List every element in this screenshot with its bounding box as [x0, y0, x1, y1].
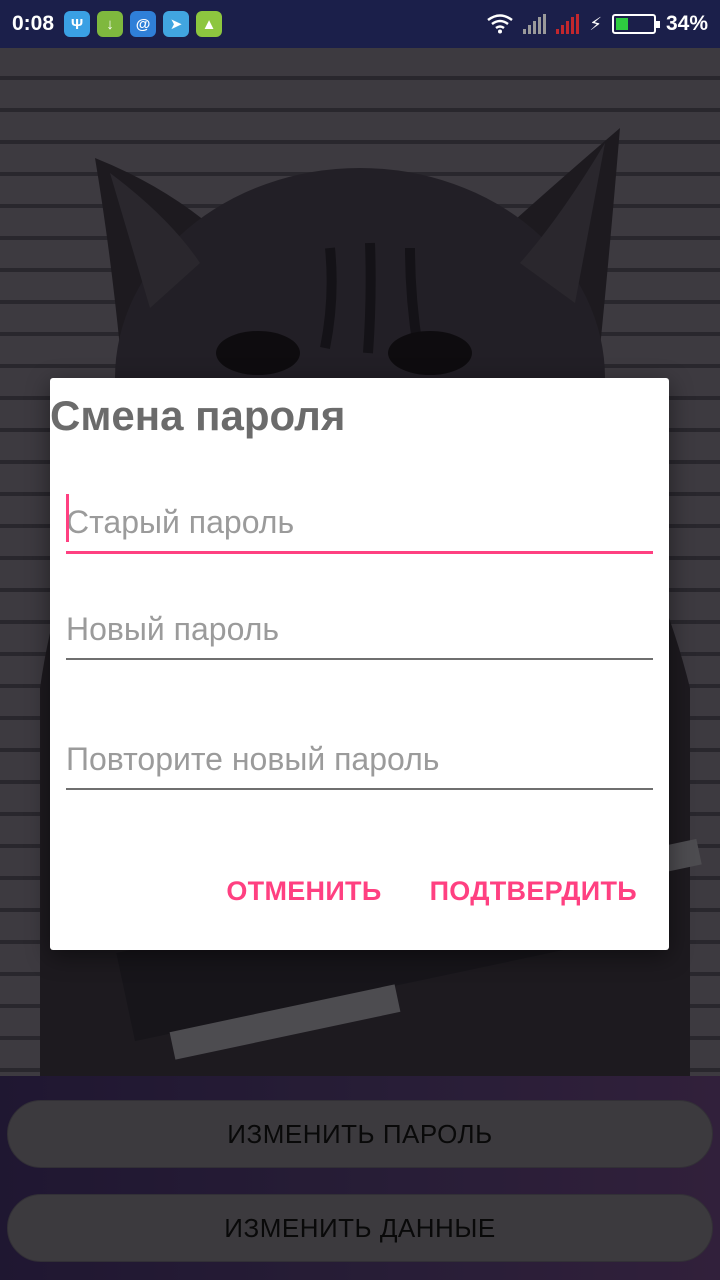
dialog-actions: ОТМЕНИТЬ ПОДТВЕРДИТЬ: [226, 876, 637, 907]
battery-percent: 34%: [665, 12, 708, 35]
telegram-icon: ➤: [163, 11, 190, 37]
old-password-placeholder: Старый пароль: [66, 504, 295, 540]
signal-2-icon: [556, 14, 580, 34]
status-time: 0:08: [12, 12, 55, 35]
mail-icon: @: [130, 11, 157, 37]
new-password-placeholder: Новый пароль: [66, 610, 280, 647]
change-password-dialog: Смена пароля Старый пароль Новый пароль …: [50, 378, 669, 950]
usb-icon: Ψ: [64, 11, 91, 37]
repeat-password-field[interactable]: Повторите новый пароль: [66, 730, 653, 790]
download-icon: ↓: [97, 11, 124, 37]
status-bar: 0:08 Ψ ↓ @ ➤ ▲ ⚡ 34%: [0, 0, 720, 48]
battery-icon: [611, 14, 660, 34]
new-password-field[interactable]: Новый пароль: [66, 600, 653, 660]
wifi-icon: [487, 14, 514, 34]
repeat-password-placeholder: Повторите новый пароль: [66, 740, 440, 777]
old-password-field[interactable]: Старый пароль: [66, 494, 653, 554]
cancel-button[interactable]: ОТМЕНИТЬ: [226, 876, 381, 907]
confirm-button[interactable]: ПОДТВЕРДИТЬ: [430, 876, 637, 907]
android-icon: ▲: [196, 11, 223, 37]
battery-level: [615, 18, 629, 30]
dialog-title: Смена пароля: [50, 392, 346, 439]
status-indicators: ⚡ 34%: [487, 12, 708, 36]
signal-icon: [523, 14, 547, 34]
charging-icon: ⚡: [589, 13, 602, 34]
